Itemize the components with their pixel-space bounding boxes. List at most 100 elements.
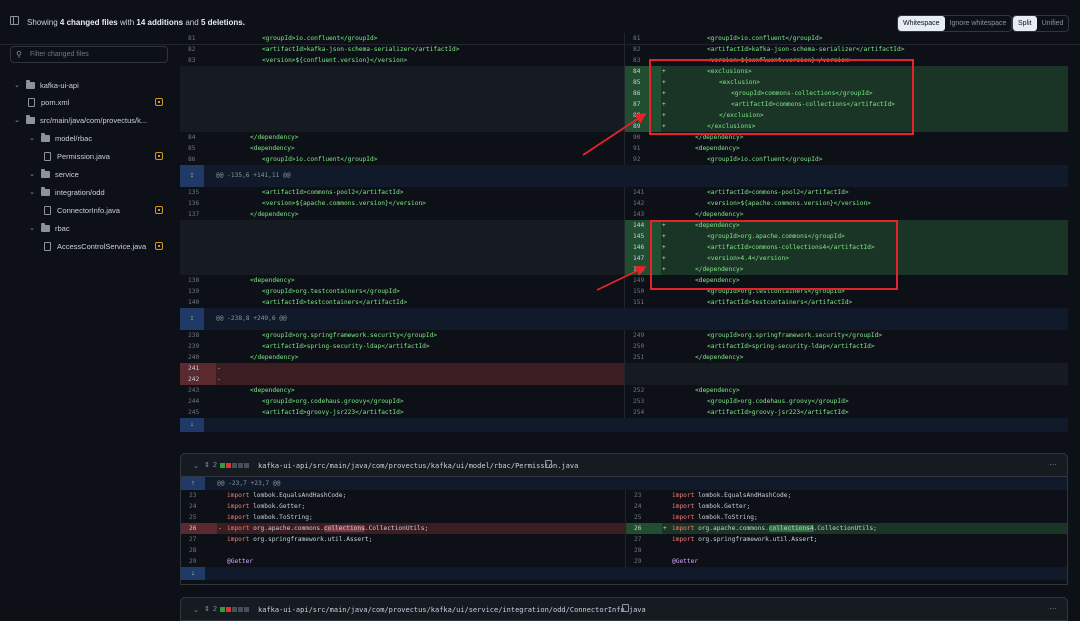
chevron-down-icon[interactable]: ⌄ <box>28 224 36 232</box>
code-text: <artifactId>spring-security-ldap</artifa… <box>707 343 875 350</box>
line-number: 250 <box>633 343 645 350</box>
tree-folder[interactable]: ⌄ kafka-ui-api <box>13 76 79 94</box>
code-text: <artifactId>commons-pool2</artifactId> <box>262 189 404 196</box>
code-text: </dependency> <box>250 134 299 141</box>
ignore-whitespace-button[interactable]: Ignore whitespace <box>945 16 1012 31</box>
folder-icon <box>26 114 35 124</box>
code-text: import lombok.ToString; <box>227 512 313 523</box>
file-tree: ⚲ Filter changed files ⌄ kafka-ui-api pom.… <box>0 45 175 610</box>
diff-row: 146 + <artifactId>commons-collections4</ar… <box>180 242 1068 253</box>
code-text: <artifactId>testcontainers</artifactId> <box>707 299 853 306</box>
diff-row: 84 + <exclusions> <box>180 66 1068 77</box>
diff-right: 27 import org.springframework.util.Assert… <box>625 534 1067 545</box>
diff-right: 25 import lombok.ToString; <box>625 512 1067 523</box>
hunk-expand-bottom: ↓ <box>180 418 1068 432</box>
expand-up-icon[interactable]: ↕ <box>180 308 204 330</box>
diff-right: 250 <artifactId>spring-security-ldap</art… <box>624 341 1068 352</box>
file-icon <box>44 205 51 215</box>
chevron-down-icon[interactable]: ⌄ <box>13 116 21 124</box>
line-number: 241 <box>180 363 216 374</box>
diff-row: 135 <artifactId>commons-pool2</artifactId… <box>180 187 1068 198</box>
expand-down-icon[interactable]: ↓ <box>180 418 204 432</box>
whitespace-button[interactable]: Whitespace <box>898 16 945 31</box>
expand-up-icon[interactable]: ↕ <box>180 165 204 187</box>
code-text: @Getter <box>227 556 253 567</box>
chevron-down-icon[interactable]: ⌄ <box>28 170 36 178</box>
diff-row: 145 + <groupId>org.apache.commons</groupId… <box>180 231 1068 242</box>
diff-right: 254 <artifactId>groovy-jsr223</artifactId… <box>624 407 1068 418</box>
diff-left: 82 <artifactId>kafka-json-schema-serializ… <box>180 44 624 55</box>
diff-row: 85 + <exclusion> <box>180 77 1068 88</box>
split-view-button[interactable]: Split <box>1013 16 1037 31</box>
copy-icon[interactable] <box>545 460 552 468</box>
whitespace-toggle: Whitespace Ignore whitespace <box>897 15 1013 32</box>
line-number: 251 <box>633 354 645 361</box>
line-number: 142 <box>633 200 645 207</box>
file-path[interactable]: kafka-ui-api/src/main/java/com/provectus… <box>258 606 646 614</box>
diff-right <box>624 374 1068 385</box>
summary-prefix: Showing <box>27 18 58 27</box>
expand-all-icon[interactable]: ⇕ <box>204 605 210 613</box>
diff-left <box>180 231 624 242</box>
diff-row: 245 <artifactId>groovy-jsr223</artifactId… <box>180 407 1068 418</box>
code-segment: org.springframework.util.Assert; <box>694 536 818 543</box>
tree-folder[interactable]: ⌄ rbac <box>28 219 70 237</box>
connector-file-header[interactable]: ⌄ ⇕ 2 kafka-ui-api/src/main/java/com/pro… <box>180 597 1068 621</box>
tree-folder[interactable]: ⌄ model/rbac <box>28 129 92 147</box>
kebab-icon[interactable]: ··· <box>1049 460 1057 469</box>
line-number: 23 <box>634 492 642 499</box>
expand-all-icon[interactable]: ⇕ <box>204 461 210 469</box>
copy-icon[interactable] <box>622 604 629 612</box>
chevron-down-icon[interactable]: ⌄ <box>28 188 36 196</box>
tree-folder[interactable]: ⌄ service <box>28 165 79 183</box>
file-icon <box>28 97 35 107</box>
diffstat-square <box>244 463 249 468</box>
modified-file-icon <box>155 242 163 250</box>
line-number: 249 <box>633 332 645 339</box>
diff-left: 86 <groupId>io.confluent</groupId> <box>180 154 624 165</box>
annotation-box-dependency <box>650 220 898 290</box>
tree-folder[interactable]: ⌄ src/main/java/com/provectus/k... <box>13 111 147 129</box>
chevron-down-icon[interactable]: ⌄ <box>193 462 199 470</box>
unified-view-button[interactable]: Unified <box>1037 16 1069 31</box>
filter-changed-files-input[interactable]: ⚲ Filter changed files <box>10 46 168 63</box>
tree-file[interactable]: pom.xml <box>28 93 69 111</box>
chevron-down-icon[interactable]: ⌄ <box>13 81 21 89</box>
tree-item-label: kafka-ui-api <box>40 80 79 90</box>
tree-file[interactable]: AccessControlService.java <box>44 237 146 255</box>
diff-row: 25 import lombok.ToString; 25 import lombok… <box>181 512 1067 523</box>
hunk-expand-bottom: ↓ <box>181 567 1067 580</box>
expand-up-icon[interactable]: ↑ <box>181 477 205 490</box>
line-number: 253 <box>633 398 645 405</box>
summary-additions: 14 additions <box>136 18 184 27</box>
diffstat-square <box>226 463 231 468</box>
annotation: @Getter <box>227 558 254 565</box>
line-number: 27 <box>634 536 642 543</box>
line-number: 81 <box>633 35 641 42</box>
diff-right: 151 <artifactId>testcontainers</artifactI… <box>624 297 1068 308</box>
line-number: 84 <box>188 134 196 141</box>
file-path[interactable]: kafka-ui-api/src/main/java/com/provectus… <box>258 462 578 470</box>
sidebar-toggle-icon[interactable] <box>10 16 19 25</box>
diff-left <box>180 66 624 77</box>
line-number: 27 <box>189 536 197 543</box>
chevron-down-icon[interactable]: ⌄ <box>28 134 36 142</box>
code-text: <dependency> <box>250 277 295 284</box>
expand-down-icon[interactable]: ↓ <box>181 567 205 580</box>
line-number: 29 <box>634 558 642 565</box>
permission-file-header[interactable]: ⌄ ⇕ 2 kafka-ui-api/src/main/java/com/pro… <box>180 453 1068 477</box>
diff-row: 238 <groupId>org.springframework.security… <box>180 330 1068 341</box>
tree-file[interactable]: ConnectorInfo.java <box>44 201 120 219</box>
diff-left <box>180 77 624 88</box>
tree-folder[interactable]: ⌄ integration/odd <box>28 183 105 201</box>
tree-file[interactable]: Permission.java <box>44 147 110 165</box>
diff-row: 138 <dependency> 149 <dependency> <box>180 275 1068 286</box>
folder-icon <box>41 132 50 142</box>
keyword: import <box>672 514 695 521</box>
chevron-down-icon[interactable]: ⌄ <box>193 606 199 614</box>
diff-row: 147 + <version>4.4</version> <box>180 253 1068 264</box>
diff-row: 139 <groupId>org.testcontainers</groupId>… <box>180 286 1068 297</box>
kebab-icon[interactable]: ··· <box>1049 604 1057 613</box>
code-text: <artifactId>kafka-json-schema-serializer… <box>262 46 460 53</box>
diff-right: 92 <groupId>io.confluent</groupId> <box>624 154 1068 165</box>
